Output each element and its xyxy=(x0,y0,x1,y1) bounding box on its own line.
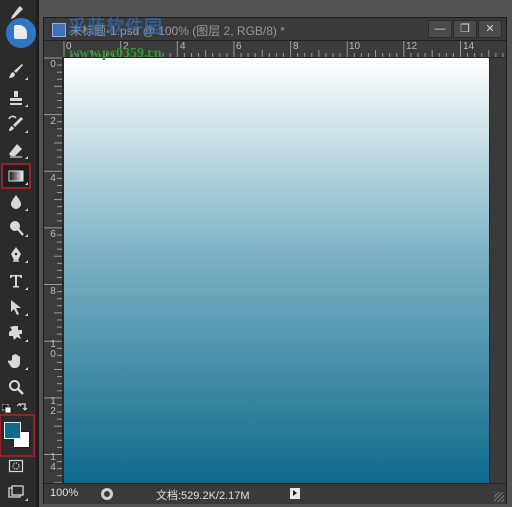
document-icon xyxy=(52,23,66,37)
ruler-left-label: 6 xyxy=(50,229,56,240)
panel-divider[interactable] xyxy=(36,0,39,507)
ruler-left-label: 2 xyxy=(50,116,56,127)
close-button[interactable]: ✕ xyxy=(478,20,502,38)
ruler-top-label: 10 xyxy=(349,41,361,52)
ruler-top-label: 12 xyxy=(406,41,418,52)
eyedropper-icon xyxy=(11,6,23,19)
blur-tool[interactable] xyxy=(3,191,29,213)
status-menu-icon[interactable] xyxy=(100,487,114,501)
status-bar: 100% 文档:529.2K/2.17M xyxy=(44,483,506,504)
ruler-top-label: 14 xyxy=(463,41,475,52)
hand-tool[interactable] xyxy=(3,350,29,372)
ruler-left-label: 12 xyxy=(50,396,56,417)
zoom-icon xyxy=(9,380,24,395)
screen-mode-button[interactable] xyxy=(3,481,29,503)
eyedropper-tool[interactable] xyxy=(3,2,29,24)
vertical-ruler[interactable]: 0 2 4 6 8 10 12 14 xyxy=(44,57,63,483)
path-selection-tool[interactable] xyxy=(3,296,29,318)
screen-mode-icon xyxy=(8,485,24,498)
ruler-top-label: 6 xyxy=(236,41,242,52)
gradient-canvas[interactable] xyxy=(64,58,489,483)
swap-colors-icon[interactable] xyxy=(17,402,28,413)
ruler-left-label: 14 xyxy=(50,452,56,473)
document-window: 未标题-1.psd @ 100% (图层 2, RGB/8) * — ❐ ✕ 0… xyxy=(43,17,507,504)
gradient-icon xyxy=(8,170,24,182)
eraser-icon xyxy=(9,144,22,158)
custom-shape-tool[interactable] xyxy=(3,322,29,344)
stamp-icon xyxy=(10,91,22,105)
document-titlebar[interactable]: 未标题-1.psd @ 100% (图层 2, RGB/8) * — ❐ ✕ xyxy=(44,18,506,41)
shape-icon xyxy=(9,326,22,340)
ruler-left-label: 8 xyxy=(50,286,56,297)
zoom-level-field[interactable]: 100% xyxy=(50,487,90,500)
pen-icon xyxy=(11,247,21,262)
clone-stamp-tool[interactable] xyxy=(3,87,29,109)
type-tool[interactable] xyxy=(3,270,29,292)
gradient-tool[interactable] xyxy=(1,163,31,189)
document-title: 未标题-1.psd @ 100% (图层 2, RGB/8) * xyxy=(70,24,285,38)
history-brush-icon xyxy=(8,115,23,131)
ruler-left-label: 10 xyxy=(50,339,56,360)
brush-tool[interactable] xyxy=(3,60,29,82)
blur-icon xyxy=(11,195,21,209)
restore-button[interactable]: ❐ xyxy=(453,20,477,38)
resize-grip-icon[interactable] xyxy=(494,492,504,502)
ruler-top-label: 4 xyxy=(180,41,186,52)
quick-mask-icon xyxy=(8,459,24,473)
foreground-color-swatch[interactable] xyxy=(4,422,21,439)
eraser-tool[interactable] xyxy=(3,139,29,161)
dodge-icon xyxy=(10,221,24,236)
ruler-top-label: 0 xyxy=(66,41,72,52)
canvas-area[interactable] xyxy=(63,58,506,483)
horizontal-ruler[interactable]: 0 2 4 6 8 10 12 14 xyxy=(62,41,506,58)
ruler-top-label: 2 xyxy=(123,41,129,52)
document-size-info: 文档:529.2K/2.17M xyxy=(156,490,250,502)
tools-panel xyxy=(0,0,37,507)
dodge-tool[interactable] xyxy=(3,217,29,239)
quick-mask-button[interactable] xyxy=(3,455,29,477)
ruler-origin[interactable] xyxy=(44,41,62,57)
minimize-button[interactable]: — xyxy=(428,20,452,38)
type-icon xyxy=(10,275,22,288)
default-colors-icon[interactable] xyxy=(2,404,12,413)
path-select-icon xyxy=(11,300,21,315)
pen-tool[interactable] xyxy=(3,243,29,265)
hand-icon xyxy=(7,354,20,368)
vertical-scrollbar[interactable] xyxy=(489,58,506,483)
status-expand-arrow-icon[interactable] xyxy=(290,488,300,499)
ruler-left-label: 4 xyxy=(50,173,56,184)
brush-icon xyxy=(9,64,23,78)
zoom-tool[interactable] xyxy=(3,376,29,398)
history-brush-tool[interactable] xyxy=(3,113,29,135)
ruler-top-label: 8 xyxy=(293,41,299,52)
ruler-left-label: 0 xyxy=(50,59,56,70)
